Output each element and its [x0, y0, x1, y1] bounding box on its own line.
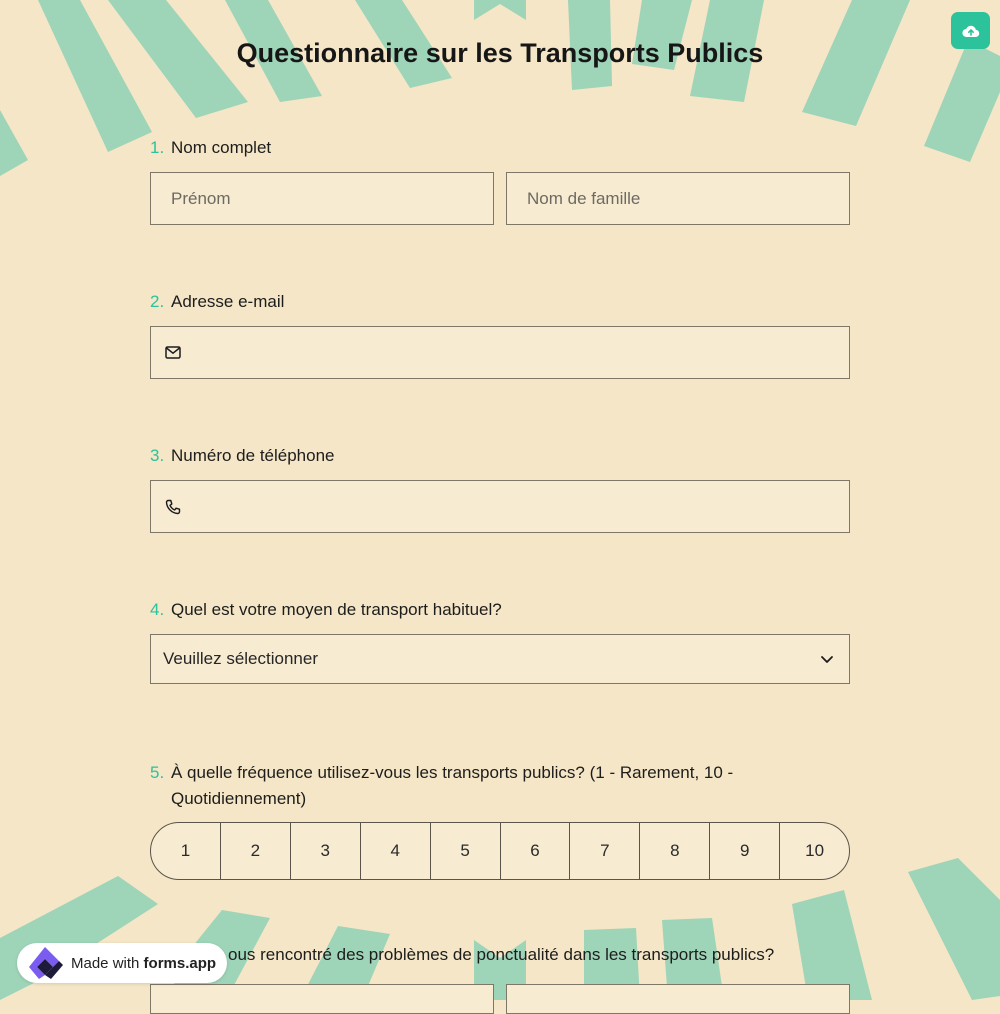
badge-prefix: Made with [71, 954, 140, 972]
question-frequency: 5. À quelle fréquence utilisez-vous les … [150, 760, 850, 880]
question-number: 4. [150, 600, 165, 619]
cloud-upload-icon [961, 25, 979, 37]
last-name-placeholder: Nom de famille [527, 188, 641, 208]
scale-option[interactable]: 8 [640, 823, 711, 879]
scale-option[interactable]: 6 [501, 823, 571, 879]
phone-icon [151, 499, 195, 515]
cloud-upload-button[interactable] [951, 12, 990, 49]
select-value: Veuillez sélectionner [163, 649, 318, 668]
phone-field[interactable] [150, 480, 850, 533]
mail-icon [151, 346, 195, 359]
question-label: 4. Quel est votre moyen de transport hab… [150, 597, 850, 623]
punctuality-option-no[interactable] [506, 984, 850, 1014]
question-full-name: 1. Nom complet Prénom Nom de famille [150, 135, 850, 225]
scale-option[interactable]: 7 [570, 823, 641, 879]
scale-option[interactable]: 9 [710, 823, 781, 879]
scale-option[interactable]: 4 [361, 823, 431, 879]
question-punctuality-text: ous rencontré des problèmes de ponctuali… [228, 945, 775, 964]
scale-option[interactable]: 10 [780, 823, 849, 879]
question-label: 3. Numéro de téléphone [150, 443, 850, 469]
chevron-down-icon [805, 655, 849, 664]
scale-option[interactable]: 3 [291, 823, 361, 879]
last-name-input[interactable]: Nom de famille [506, 172, 850, 225]
first-name-input[interactable]: Prénom [150, 172, 494, 225]
made-with-badge[interactable]: Made with forms.app [17, 943, 227, 983]
question-text: Numéro de téléphone [171, 446, 335, 465]
badge-text: Made with forms.app [71, 955, 216, 972]
transport-select[interactable]: Veuillez sélectionner [150, 634, 850, 684]
scale-option[interactable]: 1 [151, 823, 221, 879]
email-field[interactable] [150, 326, 850, 379]
forms-app-logo-icon [25, 943, 65, 983]
question-label: 5. À quelle fréquence utilisez-vous les … [150, 760, 850, 812]
first-name-placeholder: Prénom [171, 188, 231, 208]
question-label: 1. Nom complet [150, 135, 850, 161]
scale-option[interactable]: 5 [431, 823, 501, 879]
question-number: 2. [150, 292, 165, 311]
page-title: Questionnaire sur les Transports Publics [236, 38, 764, 68]
question-number: 5. [150, 763, 165, 782]
question-text: Adresse e-mail [171, 292, 285, 311]
question-text: Quel est votre moyen de transport habitu… [171, 600, 502, 619]
question-phone: 3. Numéro de téléphone [150, 443, 850, 533]
question-email: 2. Adresse e-mail [150, 289, 850, 379]
question-number: 1. [150, 138, 165, 157]
frequency-scale: 1 2 3 4 5 6 7 8 9 10 [150, 822, 850, 880]
question-transport-mode: 4. Quel est votre moyen de transport hab… [150, 597, 850, 684]
question-label: 2. Adresse e-mail [150, 289, 850, 315]
question-number: 3. [150, 446, 165, 465]
question-text: Nom complet [171, 138, 272, 157]
scale-option[interactable]: 2 [221, 823, 291, 879]
question-text: À quelle fréquence utilisez-vous les tra… [171, 763, 734, 808]
punctuality-option-yes[interactable] [150, 984, 494, 1014]
badge-brand: forms.app [143, 954, 217, 972]
